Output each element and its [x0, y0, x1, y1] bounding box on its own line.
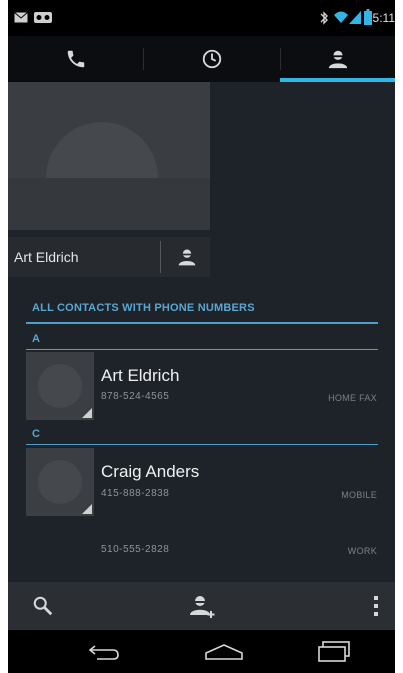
- status-time: 5:11: [372, 11, 395, 25]
- voicemail-icon: [34, 12, 52, 23]
- recents-icon: [318, 640, 350, 662]
- contact-photo: [8, 82, 210, 230]
- view-contact-button[interactable]: [169, 241, 205, 273]
- search-icon: [33, 596, 53, 616]
- phone-icon: [67, 50, 84, 68]
- quick-contact-badge-icon: [82, 408, 92, 418]
- phone-screen: 5:11 Art Eldrich ALL CONTACTS WITH PHONE…: [8, 0, 395, 673]
- tab-phone[interactable]: [8, 36, 143, 82]
- action-bar: [8, 582, 395, 630]
- overflow-menu-button[interactable]: [358, 582, 394, 630]
- group-divider: [26, 349, 378, 350]
- signal-icon: [349, 11, 361, 24]
- back-button[interactable]: [64, 630, 144, 673]
- tab-bar: [8, 36, 395, 82]
- contact-thumbnail[interactable]: [26, 352, 94, 420]
- selected-tab-indicator: [280, 78, 395, 82]
- contact-phone: 878-524-4565: [101, 391, 170, 402]
- group-divider: [26, 444, 378, 445]
- add-contact-button[interactable]: [176, 582, 230, 630]
- wifi-icon: [334, 11, 348, 23]
- divider: [160, 241, 161, 273]
- search-button[interactable]: [18, 582, 68, 630]
- recents-button[interactable]: [294, 630, 374, 673]
- contact-icon: [178, 249, 196, 266]
- status-bar: 5:11: [8, 0, 395, 36]
- phone-type: WORK: [347, 546, 377, 556]
- group-letter: C: [32, 428, 40, 440]
- quick-contact-badge-icon: [82, 504, 92, 514]
- phone-type: MOBILE: [341, 490, 377, 500]
- contact-phone: 510-555-2828: [101, 544, 170, 555]
- phone-type: HOME FAX: [328, 393, 377, 403]
- group-letter: A: [32, 333, 40, 345]
- overflow-menu-icon: [374, 596, 378, 616]
- clock-icon: [202, 49, 222, 69]
- contact-icon: [328, 50, 348, 69]
- contact-phone: 415-888-2838: [101, 488, 170, 499]
- home-button[interactable]: [184, 630, 264, 673]
- contact-name-bar[interactable]: Art Eldrich: [8, 237, 210, 277]
- tab-contacts[interactable]: [281, 36, 395, 82]
- section-divider: [26, 322, 378, 324]
- contact-thumbnail[interactable]: [26, 448, 94, 516]
- back-icon: [88, 644, 119, 660]
- bluetooth-icon: [320, 11, 328, 25]
- add-contact-icon: [190, 596, 215, 618]
- contact-name: Art Eldrich: [101, 366, 180, 385]
- tab-recents[interactable]: [144, 36, 280, 82]
- contact-detail-name: Art Eldrich: [14, 249, 79, 265]
- section-header: ALL CONTACTS WITH PHONE NUMBERS: [32, 302, 255, 314]
- email-icon: [14, 12, 28, 23]
- contact-name: Craig Anders: [101, 462, 200, 481]
- home-icon: [205, 643, 243, 660]
- navigation-bar: [8, 630, 395, 673]
- battery-icon: [364, 9, 372, 25]
